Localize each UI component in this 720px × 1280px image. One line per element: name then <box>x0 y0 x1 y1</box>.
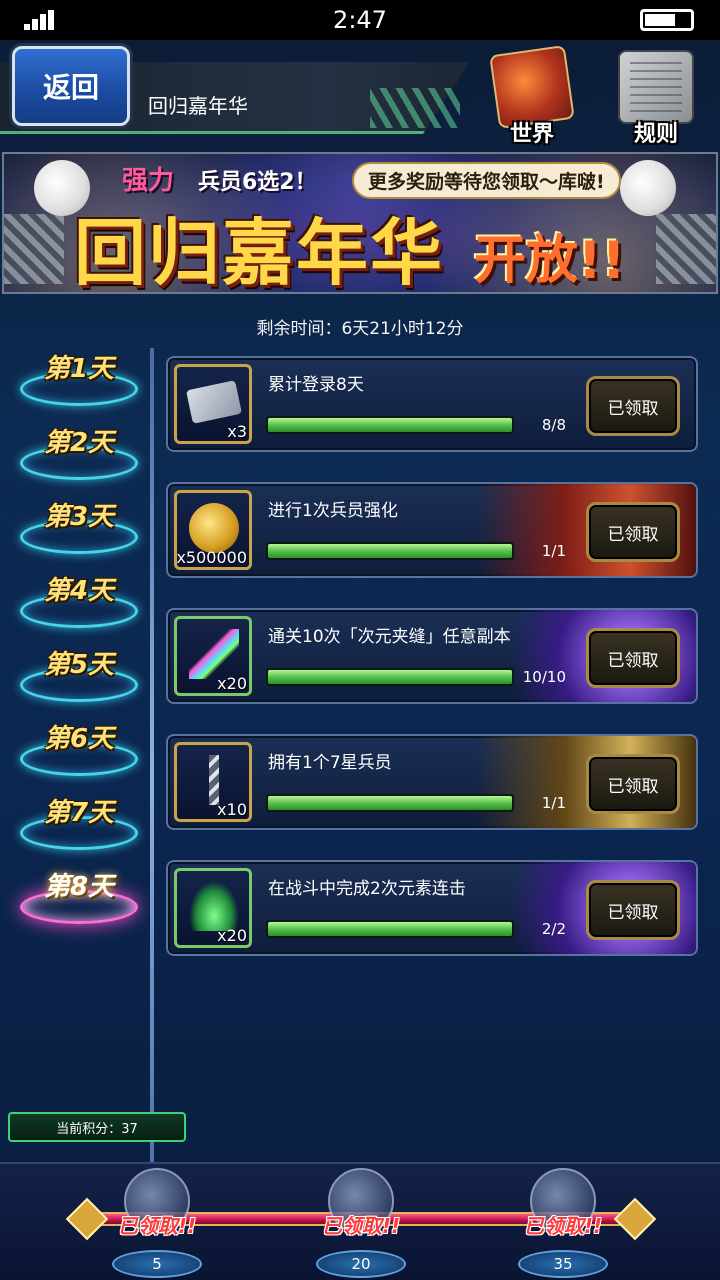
current-points: 当前积分：37 <box>8 1112 186 1142</box>
event-banner: 强力 兵员6选2！ 更多奖励等待您领取～库啵! 回归嘉年华 开放!! <box>2 152 718 294</box>
progress-text: 10/10 <box>522 668 566 686</box>
task-row: x20 通关10次「次元夹缝」任意副本 10/10 已领取 <box>166 608 698 704</box>
claimed-button[interactable]: 已领取 <box>586 628 680 688</box>
claimed-stamp: 已领取!! <box>117 1214 197 1238</box>
remaining-time: 剩余时间：6天21小时12分 <box>256 319 464 339</box>
milestone-reward[interactable]: 已领取!! 20 <box>316 1168 406 1278</box>
day-tab-1[interactable]: 第1天 <box>14 348 144 408</box>
claimed-button[interactable]: 已领取 <box>586 376 680 436</box>
day-tab-4[interactable]: 第4天 <box>14 570 144 630</box>
task-title: 通关10次「次元夹缝」任意副本 <box>268 627 511 647</box>
rules-button[interactable]: 规则 <box>604 50 708 150</box>
task-row: x10 拥有1个7星兵员 1/1 已领取 <box>166 734 698 830</box>
progress-bar <box>266 416 514 434</box>
milestone-reward[interactable]: 已领取!! 35 <box>518 1168 608 1278</box>
gil-coin-icon <box>189 503 239 553</box>
page-title: 回归嘉年华 <box>148 94 248 118</box>
task-title: 拥有1个7星兵员 <box>268 753 392 773</box>
task-row: x500000 进行1次兵员强化 1/1 已领取 <box>166 482 698 578</box>
divider <box>150 348 154 1208</box>
chain-icon <box>4 214 64 284</box>
banner-highlight: 强力 <box>122 166 175 196</box>
leaf-sprout-icon <box>189 881 239 931</box>
day-tab-7[interactable]: 第7天 <box>14 792 144 852</box>
progress-bar <box>266 542 514 560</box>
header-stripes <box>370 88 460 128</box>
progress-text: 1/1 <box>541 542 566 560</box>
day-tab-2[interactable]: 第2天 <box>14 422 144 482</box>
banner-open: 开放!! <box>474 231 626 291</box>
ticket-30-icon <box>186 380 242 424</box>
rules-book-icon <box>618 50 694 124</box>
clock: 2:47 <box>333 6 387 34</box>
milestone-score: 20 <box>316 1250 406 1278</box>
claimed-button[interactable]: 已领取 <box>586 502 680 562</box>
banner-subtitle: 兵员6选2！ <box>198 170 317 195</box>
milestone-reward[interactable]: 已领取!! 5 <box>112 1168 202 1278</box>
reward-item[interactable]: x500000 <box>174 490 252 570</box>
reward-item[interactable]: x3 <box>174 364 252 444</box>
progress-text: 1/1 <box>541 794 566 812</box>
banner-title: 回归嘉年华 <box>74 211 445 294</box>
claimed-stamp: 已领取!! <box>523 1214 603 1238</box>
world-button[interactable]: 世界 <box>480 45 584 150</box>
milestone-score: 5 <box>112 1250 202 1278</box>
day-tab-6[interactable]: 第6天 <box>14 718 144 778</box>
battery-icon <box>640 9 694 31</box>
reward-item[interactable]: x20 <box>174 868 252 948</box>
task-title: 进行1次兵员强化 <box>268 501 398 521</box>
progress-text: 2/2 <box>541 920 566 938</box>
chain-icon <box>656 214 716 284</box>
milestone-score: 35 <box>518 1250 608 1278</box>
progress-bar <box>266 794 514 812</box>
task-title: 在战斗中完成2次元素连击 <box>268 879 466 899</box>
app-screen: 返回 回归嘉年华 世界 规则 强力 兵员6选2！ 更多奖励等待您领取～库啵! 回… <box>0 40 720 1280</box>
world-label: 世界 <box>509 122 554 147</box>
progress-bar <box>266 920 514 938</box>
claimed-stamp: 已领取!! <box>321 1214 401 1238</box>
day-tab-5[interactable]: 第5天 <box>14 644 144 704</box>
claimed-button[interactable]: 已领取 <box>586 880 680 940</box>
progress-text: 8/8 <box>541 416 566 434</box>
silver-weapon-icon <box>209 755 219 805</box>
rules-label: 规则 <box>633 122 678 147</box>
day-tab-3[interactable]: 第3天 <box>14 496 144 556</box>
progress-bar <box>266 668 514 686</box>
moogle-icon <box>620 160 676 216</box>
rainbow-crystal-icon <box>189 629 239 679</box>
status-bar: 2:47 <box>0 0 720 40</box>
day-tab-8[interactable]: 第8天 <box>14 866 144 926</box>
claimed-button[interactable]: 已领取 <box>586 754 680 814</box>
task-row: x20 在战斗中完成2次元素连击 2/2 已领取 <box>166 860 698 956</box>
task-row: x3 累计登录8天 8/8 已领取 <box>166 356 698 452</box>
reward-item[interactable]: x10 <box>174 742 252 822</box>
back-button[interactable]: 返回 <box>12 46 130 126</box>
reward-item[interactable]: x20 <box>174 616 252 696</box>
task-title: 累计登录8天 <box>268 375 364 395</box>
